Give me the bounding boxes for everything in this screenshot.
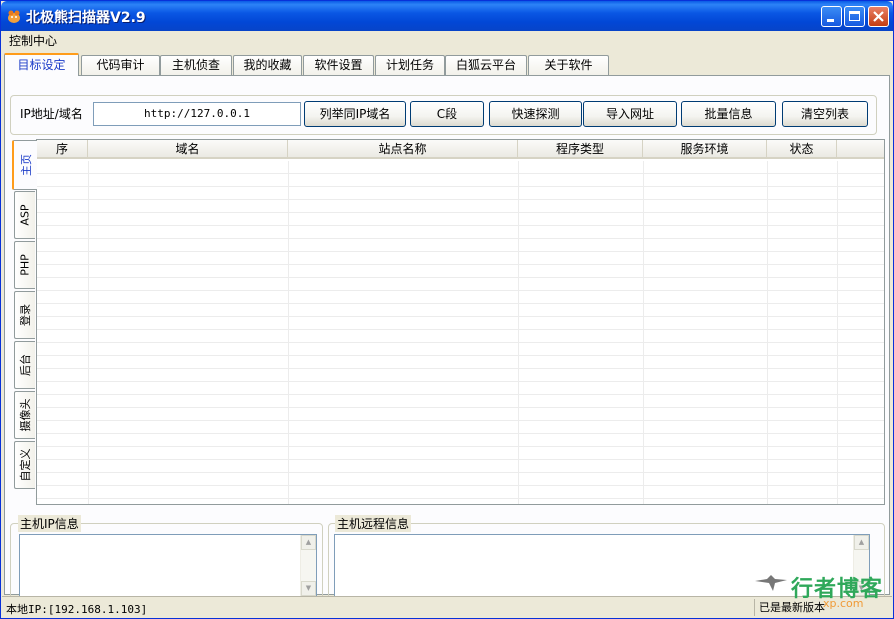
side-tab-admin[interactable]: 后台: [14, 341, 35, 389]
column-header-index[interactable]: 序: [37, 140, 88, 159]
results-table[interactable]: 序 域名 站点名称 程序类型 服务环境 状态: [36, 139, 885, 505]
side-tab-php[interactable]: PHP: [14, 241, 35, 289]
main-tab-strip: 目标设定 代码审计 主机侦查 我的收藏 软件设置 计划任务 白狐云平台 关于软件: [4, 53, 890, 76]
results-table-header: 序 域名 站点名称 程序类型 服务环境 状态: [37, 140, 884, 159]
tab-scheduled-tasks[interactable]: 计划任务: [375, 55, 445, 75]
window-title: 北极熊扫描器V2.9: [26, 10, 146, 26]
column-divider: [767, 161, 768, 504]
close-icon: [873, 11, 884, 22]
side-tab-camera-label: 摄像头: [19, 398, 32, 432]
ip-domain-label: IP地址/域名: [20, 107, 83, 121]
tab-code-audit[interactable]: 代码审计: [81, 55, 160, 75]
host-ip-textarea[interactable]: ▲ ▼: [19, 534, 317, 598]
tab-host-recon[interactable]: 主机侦查: [160, 55, 232, 75]
host-ip-group-label: 主机IP信息: [18, 515, 81, 532]
minimize-icon: [827, 19, 834, 22]
walker-logo-icon: [755, 575, 787, 591]
column-header-domain[interactable]: 域名: [88, 140, 288, 159]
maximize-icon: [849, 11, 860, 21]
column-header-status[interactable]: 状态: [767, 140, 837, 159]
column-header-site-name[interactable]: 站点名称: [288, 140, 518, 159]
tab-target-settings[interactable]: 目标设定: [4, 53, 79, 76]
column-header-program-type[interactable]: 程序类型: [518, 140, 643, 159]
c-segment-button[interactable]: C段: [410, 101, 484, 127]
local-ip-status: 本地IP:[192.168.1.103]: [6, 603, 148, 616]
tab-about[interactable]: 关于软件: [528, 55, 609, 75]
menu-bar: 控制中心: [2, 31, 892, 49]
batch-info-button[interactable]: 批量信息: [681, 101, 776, 127]
side-tab-asp-label: ASP: [18, 204, 32, 226]
scroll-up-icon[interactable]: ▲: [854, 535, 869, 550]
clear-list-button[interactable]: 清空列表: [782, 101, 868, 127]
scroll-up-icon[interactable]: ▲: [301, 535, 316, 550]
side-tab-camera[interactable]: 摄像头: [14, 391, 35, 439]
column-divider: [88, 161, 89, 504]
quick-probe-button[interactable]: 快速探测: [489, 101, 582, 127]
tab-favorites[interactable]: 我的收藏: [233, 55, 302, 75]
side-tab-login-label: 登录: [19, 304, 32, 326]
tab-whitefox-cloud[interactable]: 白狐云平台: [445, 55, 527, 75]
scroll-down-icon[interactable]: ▼: [301, 581, 316, 596]
host-ip-scrollbar[interactable]: ▲ ▼: [300, 535, 316, 597]
host-remote-group-label: 主机远程信息: [335, 515, 412, 532]
site-watermark: 行者博客 xp.com: [753, 571, 891, 615]
side-tab-home-label: 主页: [19, 154, 33, 176]
side-tab-home[interactable]: 主页: [12, 140, 37, 190]
side-tab-custom-label: 自定义: [19, 448, 32, 482]
bear-app-icon: [8, 10, 20, 23]
app-window: 北极熊扫描器V2.9 控制中心 目标设定 代码审计 主机侦查 我的收藏 软件设置…: [0, 0, 894, 619]
tab-software-settings[interactable]: 软件设置: [303, 55, 374, 75]
title-bar[interactable]: 北极熊扫描器V2.9: [1, 1, 893, 31]
column-divider: [288, 161, 289, 504]
import-url-button[interactable]: 导入网址: [583, 101, 677, 127]
list-same-ip-domains-button[interactable]: 列举同IP域名: [304, 101, 406, 127]
maximize-button[interactable]: [844, 6, 865, 27]
side-tab-custom[interactable]: 自定义: [14, 441, 35, 489]
minimize-button[interactable]: [821, 6, 842, 27]
side-tab-admin-label: 后台: [19, 354, 32, 376]
ip-domain-input[interactable]: http://127.0.0.1: [93, 102, 301, 126]
results-table-body[interactable]: [37, 161, 884, 504]
side-tab-asp[interactable]: ASP: [14, 191, 35, 239]
column-divider: [643, 161, 644, 504]
column-divider: [518, 161, 519, 504]
close-button[interactable]: [868, 6, 889, 27]
watermark-url: xp.com: [823, 597, 864, 610]
side-tab-login[interactable]: 登录: [14, 291, 35, 339]
side-tab-php-label: PHP: [18, 254, 32, 276]
column-divider: [837, 161, 838, 504]
column-header-server-env[interactable]: 服务环境: [643, 140, 767, 159]
menu-control-center[interactable]: 控制中心: [9, 32, 57, 49]
